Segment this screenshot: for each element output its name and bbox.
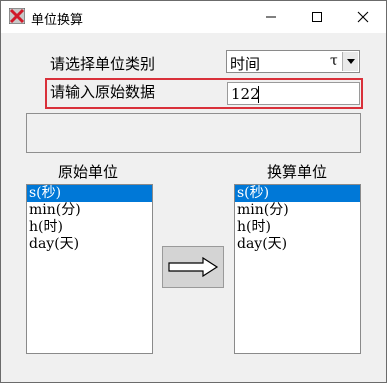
input-label: 请输入原始数据: [50, 83, 156, 101]
minimize-button[interactable]: [248, 1, 294, 33]
source-units-heading: 原始单位: [58, 163, 119, 181]
category-select[interactable]: 时间 τ: [226, 50, 360, 73]
target-unit-list[interactable]: s(秒) min(分) h(时) day(天): [234, 184, 361, 354]
source-unit-item[interactable]: h(时): [27, 219, 152, 236]
minimize-icon: [266, 16, 276, 18]
category-label: 请选择单位类别: [50, 55, 156, 73]
result-field: [26, 113, 361, 153]
target-unit-item[interactable]: h(时): [235, 219, 360, 236]
converter-window: 单位换算 请选择单位类别 时间 τ 请输入原始数据 122 原始单位 换算单位 …: [0, 0, 387, 383]
text-caret: [258, 86, 259, 103]
source-unit-item[interactable]: min(分): [27, 202, 152, 219]
target-unit-item[interactable]: day(天): [235, 236, 360, 253]
category-select-value: 时间: [230, 55, 261, 73]
target-units-heading: 换算单位: [267, 163, 328, 181]
app-icon: [8, 7, 26, 25]
window-title: 单位换算: [31, 13, 84, 28]
close-button[interactable]: [340, 1, 386, 33]
convert-button[interactable]: [162, 246, 224, 288]
close-icon: [357, 11, 369, 23]
right-arrow-icon: [168, 256, 219, 278]
title-bar[interactable]: 单位换算: [1, 1, 386, 33]
source-unit-item[interactable]: s(秒): [27, 185, 152, 202]
target-unit-item[interactable]: s(秒): [235, 185, 360, 202]
dropdown-arrow-icon[interactable]: [342, 52, 358, 71]
source-unit-item[interactable]: day(天): [27, 236, 152, 253]
target-unit-item[interactable]: min(分): [235, 202, 360, 219]
source-unit-list[interactable]: s(秒) min(分) h(时) day(天): [26, 184, 153, 354]
category-select-suffix: τ: [330, 53, 338, 69]
original-data-input-value: 122: [231, 85, 260, 103]
original-data-input[interactable]: 122: [227, 82, 360, 105]
maximize-icon: [312, 12, 322, 22]
maximize-button[interactable]: [294, 1, 340, 33]
